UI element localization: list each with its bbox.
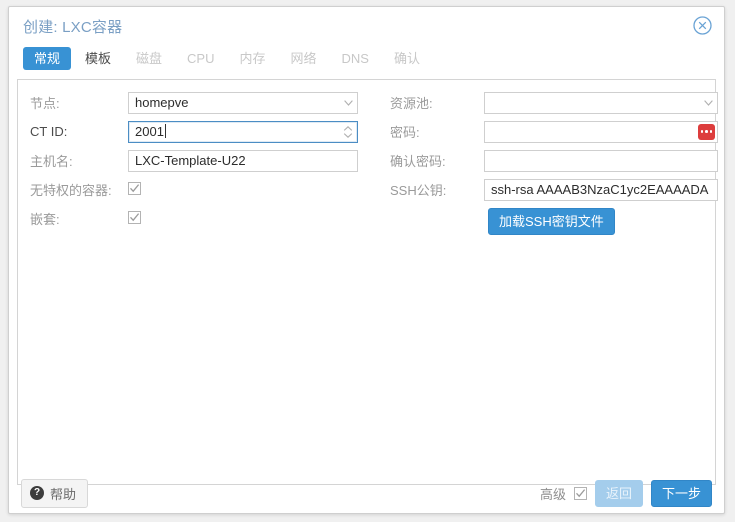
field-row-ctid: CT ID: 2001 [18,117,370,146]
load-ssh-key-row: 加载SSH密钥文件 [378,208,718,235]
field-row-pool: 资源池: [378,88,718,117]
tab-confirm: 确认 [383,47,431,70]
check-icon [129,183,140,194]
node-label: 节点: [18,93,128,112]
tab-disks: 磁盘 [125,47,173,70]
password-label: 密码: [378,122,484,141]
confirm-password-field[interactable] [484,150,718,172]
tab-memory: 内存 [229,47,277,70]
pool-select-value[interactable] [484,92,718,114]
field-row-unprivileged: 无特权的容器: [18,175,370,204]
field-row-confirm-password: 确认密码: [378,146,718,175]
pool-label: 资源池: [378,93,484,112]
help-button[interactable]: ? 帮助 [21,479,88,508]
dialog-titlebar: 创建: LXC容器 [9,7,724,43]
tab-general[interactable]: 常规 [23,47,71,70]
check-icon [129,212,140,223]
node-select-value[interactable]: homepve [128,92,358,114]
unprivileged-label: 无特权的容器: [18,180,128,199]
footer-actions: 高级 返回 下一步 [540,480,712,507]
tab-network: 网络 [280,47,328,70]
advanced-label: 高级 [540,484,566,503]
dialog-footer: ? 帮助 高级 返回 下一步 [9,473,724,513]
tab-cpu: CPU [176,47,225,70]
field-row-password: 密码: [378,117,718,146]
hostname-input[interactable]: LXC-Template-U22 [128,150,358,172]
ctid-label: CT ID: [18,124,128,139]
sshkey-input[interactable]: ssh-rsa AAAAB3NzaC1yc2EAAAADA [484,179,718,201]
advanced-checkbox[interactable] [574,487,587,500]
sshkey-label: SSH公钥: [378,180,484,199]
field-row-hostname: 主机名: LXC-Template-U22 [18,146,370,175]
load-ssh-key-button[interactable]: 加载SSH密钥文件 [488,208,615,235]
checkbox-box[interactable] [128,211,141,224]
form-column-left: 节点: homepve CT ID: 2001 [18,88,370,233]
wizard-tabbar: 常规 模板 磁盘 CPU 内存 网络 DNS 确认 [9,43,724,73]
create-lxc-container-dialog: 创建: LXC容器 常规 模板 磁盘 CPU 内存 网络 DNS 确认 节点: … [8,6,725,514]
help-button-label: 帮助 [50,484,76,503]
sshkey-field[interactable]: ssh-rsa AAAAB3NzaC1yc2EAAAADA [484,179,718,201]
general-tab-panel: 节点: homepve CT ID: 2001 [17,79,716,485]
form-column-right: 资源池: 密码: 确认密码: [378,88,718,235]
hostname-label: 主机名: [18,151,128,170]
check-icon [575,488,586,499]
next-button[interactable]: 下一步 [651,480,712,507]
close-icon[interactable] [693,16,712,35]
field-row-sshkey: SSH公钥: ssh-rsa AAAAB3NzaC1yc2EAAAADA [378,175,718,204]
invalid-field-icon [698,124,715,140]
confirm-password-label: 确认密码: [378,151,484,170]
page-title: 创建: LXC容器 [23,16,122,37]
node-select[interactable]: homepve [128,92,358,114]
tab-template[interactable]: 模板 [74,47,122,70]
hostname-field[interactable]: LXC-Template-U22 [128,150,358,172]
password-input[interactable] [484,121,718,143]
tab-dns: DNS [331,47,380,70]
back-button: 返回 [595,480,643,507]
field-row-nesting: 嵌套: [18,204,370,233]
unprivileged-checkbox[interactable] [128,182,141,198]
ctid-spinner[interactable]: 2001 [128,121,358,143]
field-row-node: 节点: homepve [18,88,370,117]
question-mark-icon: ? [30,486,44,500]
password-field[interactable] [484,121,718,143]
nesting-label: 嵌套: [18,209,128,228]
ctid-input-value: 2001 [135,124,164,139]
nesting-checkbox[interactable] [128,211,141,227]
confirm-password-input[interactable] [484,150,718,172]
pool-select[interactable] [484,92,718,114]
ctid-input[interactable]: 2001 [128,121,358,143]
checkbox-box[interactable] [128,182,141,195]
text-caret [165,124,166,138]
